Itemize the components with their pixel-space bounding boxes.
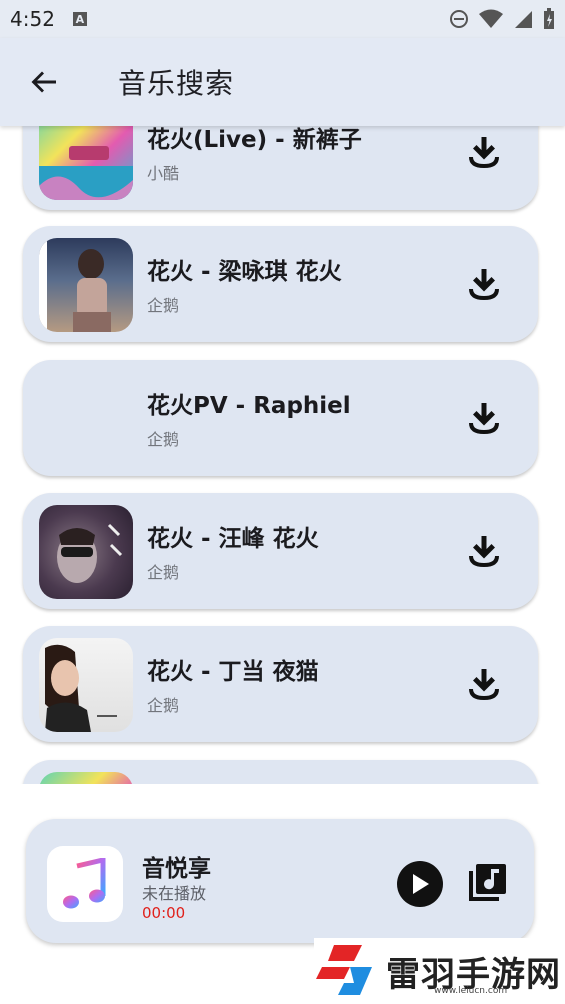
- song-item[interactable]: 花火 - 梁咏琪 花火 企鹅: [23, 226, 538, 342]
- song-title: 花火 - 梁咏琪 花火: [147, 259, 342, 285]
- player-app-name: 音悦享: [142, 856, 211, 882]
- song-title: 花火 - 丁当 夜猫: [147, 659, 319, 685]
- playlist-button[interactable]: [466, 862, 508, 904]
- status-icons: [449, 8, 555, 30]
- download-button[interactable]: [464, 132, 504, 172]
- song-source: 企鹅: [147, 430, 180, 449]
- song-item[interactable]: 花火 - 丁当 夜猫 企鹅: [23, 626, 538, 742]
- album-cover: [39, 638, 133, 732]
- status-time: 4:52: [10, 7, 55, 31]
- song-list[interactable]: 花火(Live) - 新裤子 小酷 花火 - 梁咏琪 花火 企鹅 花火PV - …: [0, 126, 565, 784]
- battery-icon: [544, 8, 554, 29]
- song-source: 企鹅: [147, 296, 180, 315]
- download-button[interactable]: [464, 664, 504, 704]
- do-not-disturb-icon: [450, 10, 468, 28]
- arrow-back-icon: [31, 71, 56, 93]
- back-button[interactable]: [22, 60, 66, 104]
- song-title: 花火 - 汪峰 花火: [147, 526, 319, 552]
- song-source: 企鹅: [147, 696, 180, 715]
- download-icon: [469, 137, 499, 169]
- album-cover: [39, 126, 133, 200]
- watermark-url: www.leiucn.com: [434, 986, 508, 996]
- song-item[interactable]: 花火PV - Raphiel 企鹅: [23, 360, 538, 476]
- notification-a-icon: A: [72, 12, 87, 26]
- song-source: 小酷: [147, 164, 180, 183]
- download-icon: [469, 536, 499, 568]
- library-music-icon: [469, 864, 506, 901]
- player-time: 00:00: [142, 904, 186, 922]
- song-title: 花火(Live) - 新裤子: [147, 127, 362, 153]
- song-item[interactable]: 花火 - 汪峰 花火 企鹅: [23, 493, 538, 609]
- download-button[interactable]: [464, 264, 504, 304]
- song-title: 花火PV - Raphiel: [147, 393, 351, 419]
- album-cover: [39, 772, 133, 784]
- song-item[interactable]: 花火(Live) - 新裤子 小酷: [23, 126, 538, 210]
- download-icon: [469, 669, 499, 701]
- download-button[interactable]: [464, 398, 504, 438]
- mini-player[interactable]: 音悦享 未在播放 00:00: [26, 819, 534, 943]
- song-item[interactable]: [23, 760, 538, 784]
- album-cover: [39, 505, 133, 599]
- song-source: 企鹅: [147, 563, 180, 582]
- app-bar: 音乐搜索: [0, 38, 565, 126]
- signal-icon: [515, 11, 532, 28]
- status-bar: 4:52 A: [0, 0, 565, 38]
- wifi-icon: [479, 9, 503, 28]
- music-note-icon: [63, 858, 106, 909]
- play-button[interactable]: [397, 861, 443, 907]
- watermark: 雷羽手游网 www.leiucn.com: [314, 938, 565, 1004]
- download-button[interactable]: [464, 531, 504, 571]
- page-title: 音乐搜索: [118, 67, 235, 100]
- player-app-icon: [47, 846, 123, 922]
- play-icon: [413, 874, 429, 894]
- site-logo-icon: [316, 945, 372, 995]
- album-cover: [39, 238, 133, 332]
- player-status: 未在播放: [142, 884, 207, 903]
- download-icon: [469, 269, 499, 301]
- download-icon: [469, 403, 499, 435]
